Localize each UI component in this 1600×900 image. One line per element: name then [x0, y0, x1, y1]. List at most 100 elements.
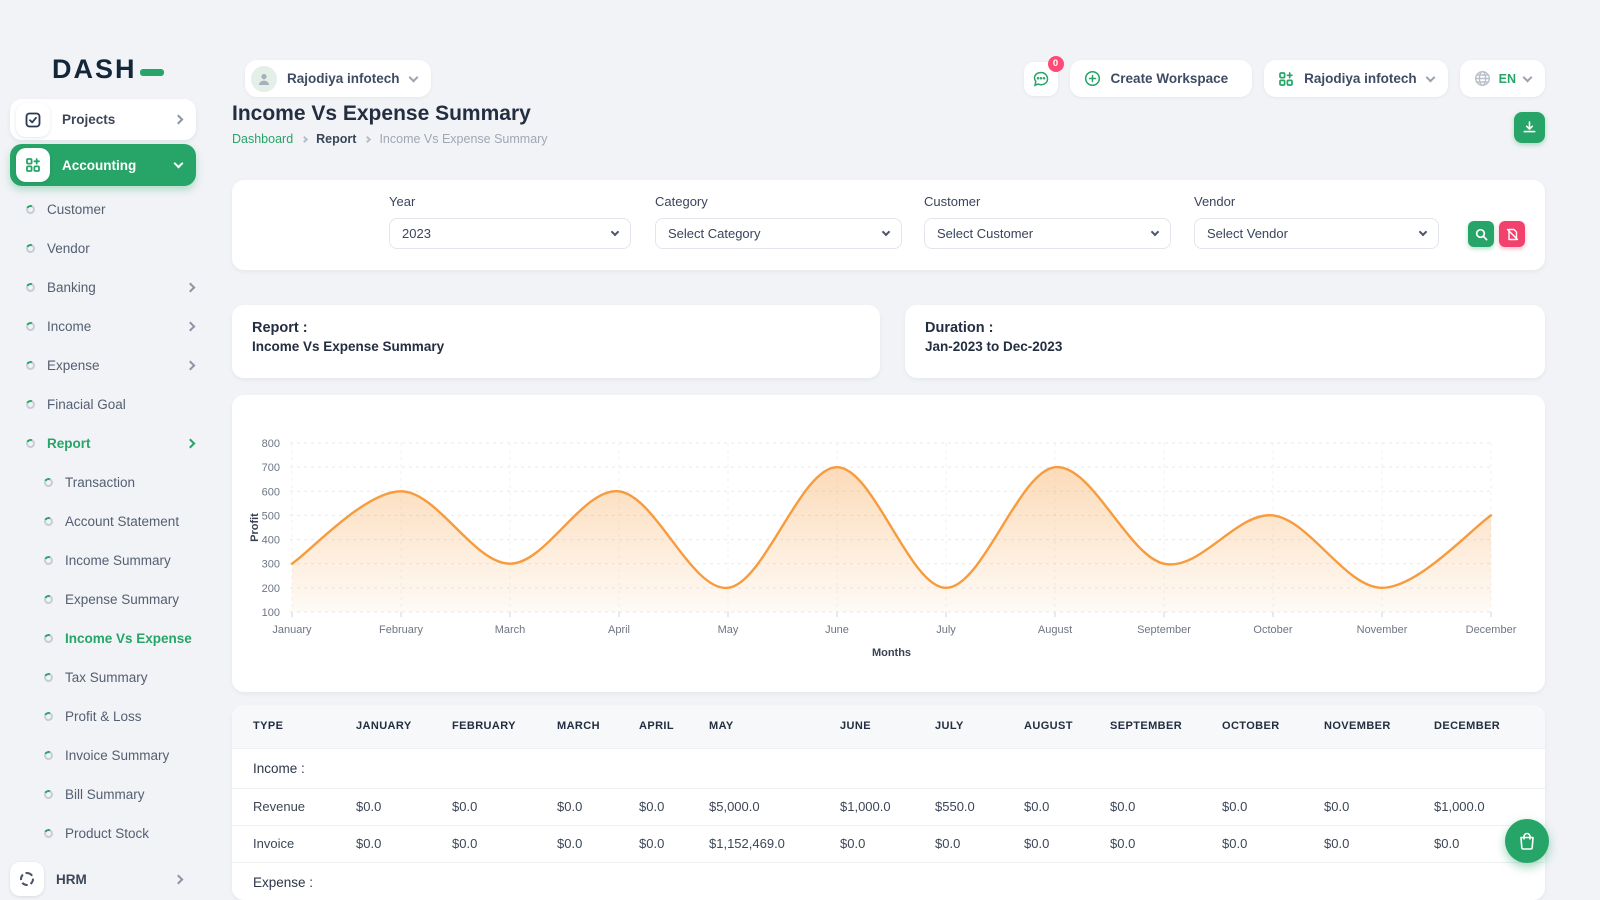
svg-text:500: 500: [262, 510, 280, 522]
download-icon: [1522, 120, 1537, 135]
sidebar-item-accounting[interactable]: Accounting: [10, 144, 196, 186]
bullet-icon: [43, 594, 55, 606]
download-report-button[interactable]: [1514, 112, 1545, 143]
bullet-icon: [43, 828, 55, 840]
table-header-june: JUNE: [819, 705, 914, 748]
report-label: Report :: [252, 320, 860, 336]
sidebar-item-profit-loss[interactable]: Profit & Loss: [0, 697, 210, 736]
table-header-december: DECEMBER: [1413, 705, 1545, 748]
sidebar-item-bill-summary[interactable]: Bill Summary: [0, 775, 210, 814]
sidebar-item-income-summary[interactable]: Income Summary: [0, 541, 210, 580]
reset-filter-icon: [1506, 228, 1519, 241]
year-select[interactable]: 2023: [389, 218, 631, 249]
duration-summary-card: Duration : Jan-2023 to Dec-2023: [905, 305, 1545, 378]
sidebar-item-banking[interactable]: Banking: [0, 268, 210, 307]
grid-plus-icon: [1278, 71, 1294, 87]
sidebar-item-label: Projects: [62, 112, 175, 127]
workspace-name: Rajodiya infotech: [1304, 71, 1417, 86]
customer-select[interactable]: Select Customer: [924, 218, 1171, 249]
chevron-right-icon: [186, 283, 196, 293]
sidebar-item-account-statement[interactable]: Account Statement: [0, 502, 210, 541]
chevron-right-icon: [186, 322, 196, 332]
sidebar-item-label: Bill Summary: [65, 787, 194, 802]
chevron-down-icon: [882, 228, 890, 236]
vendor-select[interactable]: Select Vendor: [1194, 218, 1439, 249]
sidebar-item-income[interactable]: Income: [0, 307, 210, 346]
table-header-september: SEPTEMBER: [1089, 705, 1201, 748]
topbar-actions: 0 Create Workspace Rajodiya infotech EN: [1024, 60, 1545, 97]
report-value: Income Vs Expense Summary: [252, 339, 860, 354]
year-value: 2023: [402, 226, 431, 241]
sidebar-item-label: Transaction: [65, 475, 194, 490]
workspace-dropdown[interactable]: Rajodiya infotech: [1264, 60, 1448, 97]
create-workspace-button[interactable]: Create Workspace: [1070, 60, 1253, 97]
sidebar-item-label: HRM: [56, 872, 175, 887]
table-header-january: JANUARY: [335, 705, 431, 748]
breadcrumb-dashboard[interactable]: Dashboard: [232, 132, 293, 146]
sidebar-item-label: Income Vs Expense: [65, 631, 194, 646]
sidebar-item-label: Profit & Loss: [65, 709, 194, 724]
sidebar-item-label: Banking: [47, 280, 187, 295]
customer-value: Select Customer: [937, 226, 1033, 241]
svg-text:March: March: [495, 624, 526, 636]
sidebar-item-label: Income: [47, 319, 187, 334]
svg-text:December: December: [1466, 624, 1517, 636]
table-header-november: NOVEMBER: [1303, 705, 1413, 748]
sidebar-item-projects[interactable]: Projects: [10, 99, 196, 140]
table-header-october: OCTOBER: [1201, 705, 1303, 748]
sidebar-item-expense[interactable]: Expense: [0, 346, 210, 385]
sidebar: DASH Projects Accounting CustomerVendor B…: [0, 0, 210, 900]
messages-button[interactable]: 0: [1024, 62, 1058, 96]
svg-text:Months: Months: [872, 647, 911, 659]
page-title: Income Vs Expense Summary: [232, 102, 531, 126]
sidebar-item-label: Expense Summary: [65, 592, 194, 607]
grid-plus-icon: [16, 148, 50, 182]
sidebar-item-expense-summary[interactable]: Expense Summary: [0, 580, 210, 619]
sidebar-item-report[interactable]: Report: [0, 424, 210, 463]
bullet-icon: [25, 243, 37, 255]
checkbox-icon: [16, 103, 50, 137]
breadcrumb-report[interactable]: Report: [316, 132, 356, 146]
language-code: EN: [1499, 72, 1516, 86]
workspace-name: Rajodiya infotech: [287, 71, 400, 86]
sidebar-item-label: Report: [47, 436, 187, 451]
income-expense-chart-card: JanuaryFebruaryMarchAprilMayJuneJulyAugu…: [232, 395, 1545, 692]
svg-text:600: 600: [262, 486, 280, 498]
apply-filter-button[interactable]: [1468, 221, 1494, 247]
sidebar-item-label: Account Statement: [65, 514, 194, 529]
sidebar-item-label: Invoice Summary: [65, 748, 194, 763]
income-expense-table-card: TYPEJANUARYFEBRUARYMARCHAPRILMAYJUNEJULY…: [232, 705, 1545, 900]
reset-filter-button[interactable]: [1499, 221, 1525, 247]
create-workspace-label: Create Workspace: [1111, 71, 1229, 86]
sidebar-item-label: Tax Summary: [65, 670, 194, 685]
table-header-july: JULY: [914, 705, 1003, 748]
brand-logo[interactable]: DASH: [52, 54, 164, 85]
sidebar-item-customer[interactable]: Customer: [0, 190, 210, 229]
chevron-right-icon: [174, 874, 184, 884]
svg-text:April: April: [608, 624, 630, 636]
table-row-invoice: Invoice$0.0$0.0$0.0$0.0$1,152,469.0$0.0$…: [232, 825, 1545, 862]
sidebar-item-hrm[interactable]: HRM: [10, 858, 196, 900]
workspace-selector[interactable]: Rajodiya infotech: [245, 60, 431, 97]
sidebar-item-transaction[interactable]: Transaction: [0, 463, 210, 502]
sidebar-item-vendor[interactable]: Vendor: [0, 229, 210, 268]
year-label: Year: [389, 194, 631, 209]
hrm-icon: [10, 862, 44, 896]
sidebar-item-product-stock[interactable]: Product Stock: [0, 814, 210, 853]
chevron-right-icon: [186, 361, 196, 371]
income-expense-table: TYPEJANUARYFEBRUARYMARCHAPRILMAYJUNEJULY…: [232, 705, 1545, 900]
cart-fab-button[interactable]: [1505, 819, 1549, 863]
sidebar-item-income-vs-expense[interactable]: Income Vs Expense: [0, 619, 210, 658]
category-select[interactable]: Select Category: [655, 218, 902, 249]
language-selector[interactable]: EN: [1460, 60, 1545, 97]
sidebar-item-invoice-summary[interactable]: Invoice Summary: [0, 736, 210, 775]
bullet-icon: [43, 633, 55, 645]
table-header-march: MARCH: [536, 705, 618, 748]
table-section-row: Expense :: [232, 862, 1545, 900]
table-section-row: Income :: [232, 748, 1545, 788]
globe-icon: [1474, 70, 1491, 87]
svg-text:February: February: [379, 624, 424, 636]
chevron-right-icon: [301, 135, 308, 142]
sidebar-item-tax-summary[interactable]: Tax Summary: [0, 658, 210, 697]
sidebar-item-finacial-goal[interactable]: Finacial Goal: [0, 385, 210, 424]
